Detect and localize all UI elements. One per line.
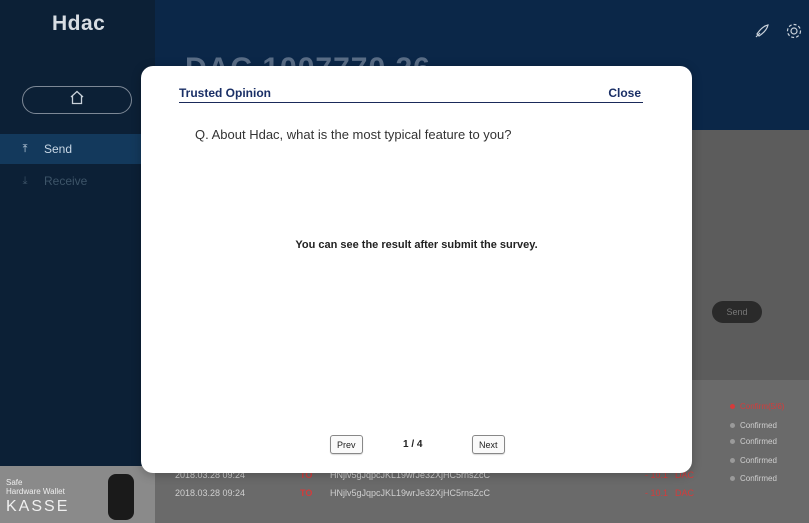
receive-icon: ⤓ xyxy=(22,174,28,187)
table-row[interactable]: 2018.03.28 09:24 TO HNjlv5gJqpcJKL19wrJe… xyxy=(155,484,809,502)
status-badge: Confirm(5/6) xyxy=(730,402,784,411)
status-badge: Confirmed xyxy=(730,421,777,430)
hardware-wallet-ad[interactable]: Safe Hardware Wallet KASSE xyxy=(0,466,155,523)
tx-amount: - 10.1 xyxy=(645,488,669,498)
pagination: Prev 1 / 4 Next xyxy=(141,435,692,457)
prev-button[interactable]: Prev xyxy=(330,435,363,454)
status-badge: Confirmed xyxy=(730,456,777,465)
home-icon xyxy=(69,90,85,110)
tx-date: 2018.03.28 09:24 xyxy=(175,488,246,498)
gear-icon[interactable] xyxy=(785,22,803,45)
dialog-header: Trusted Opinion Close xyxy=(179,86,643,103)
sidebar: Hdac ⤒ Send ⤓ Receive xyxy=(0,0,155,523)
ad-line: Safe xyxy=(6,478,23,487)
page-indicator: 1 / 4 xyxy=(403,439,423,450)
tx-currency: DAC xyxy=(675,488,695,498)
app-logo: Hdac xyxy=(52,12,106,35)
sidebar-item-send[interactable]: ⤒ Send xyxy=(0,134,155,164)
sidebar-item-label: Receive xyxy=(44,174,88,188)
ad-brand: KASSE xyxy=(6,498,70,515)
quill-icon[interactable] xyxy=(753,22,771,45)
send-button[interactable]: Send xyxy=(712,301,762,323)
dialog-title: Trusted Opinion xyxy=(179,86,271,100)
result-message: You can see the result after submit the … xyxy=(295,239,538,251)
send-icon: ⤒ xyxy=(22,142,28,155)
device-image xyxy=(108,474,134,520)
tx-direction: TO xyxy=(300,488,313,498)
sidebar-item-label: Send xyxy=(44,142,73,156)
ad-line: Hardware Wallet xyxy=(6,487,65,496)
tx-address: HNjlv5gJqpcJKL19wrJe32XjHC5rnsZcC xyxy=(330,488,491,498)
survey-question: Q. About Hdac, what is the most typical … xyxy=(195,127,512,142)
survey-dialog: Trusted Opinion Close Q. About Hdac, wha… xyxy=(141,66,692,473)
sidebar-item-receive[interactable]: ⤓ Receive xyxy=(0,166,155,196)
close-button[interactable]: Close xyxy=(608,86,641,100)
home-button[interactable] xyxy=(22,86,132,114)
next-button[interactable]: Next xyxy=(472,435,505,454)
status-badge: Confirmed xyxy=(730,437,777,446)
